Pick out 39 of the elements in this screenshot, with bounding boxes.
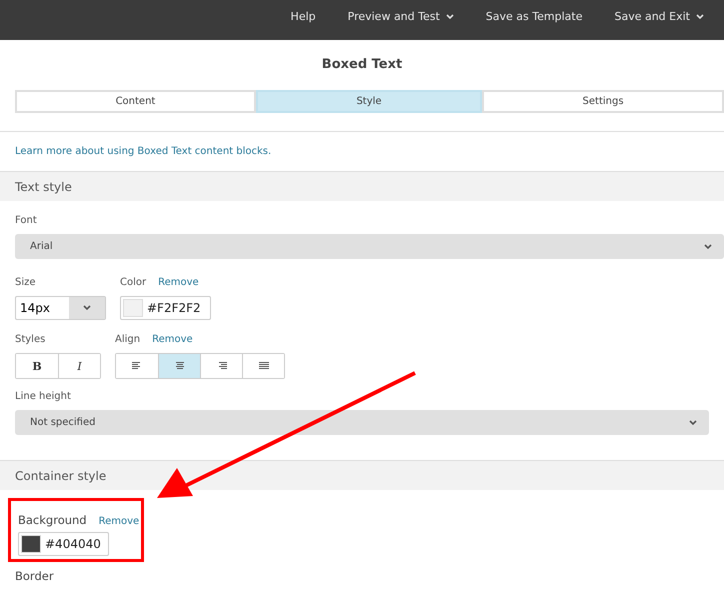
remove-link[interactable]: Remove — [158, 277, 199, 288]
chevron-down-icon — [704, 244, 712, 250]
size-select[interactable]: 14px — [15, 296, 106, 320]
remove-link[interactable]: Remove — [98, 516, 140, 527]
help-link[interactable]: Learn more about using Boxed Text content blocks. — [15, 146, 724, 159]
field-label: Background — [18, 513, 87, 527]
font-select[interactable]: Arial — [15, 234, 724, 259]
align-center-icon — [174, 362, 184, 370]
top-menu-item[interactable]: Save and Exit — [598, 10, 720, 23]
section-header: Container style — [0, 460, 724, 490]
color-field[interactable]: #404040 — [18, 532, 109, 556]
align-left-icon — [132, 362, 142, 370]
section-header: Text style — [0, 171, 724, 201]
align-button[interactable] — [158, 354, 200, 378]
italic-button[interactable]: I — [58, 354, 100, 378]
field-label: Line height — [15, 391, 71, 402]
top-menu-item[interactable]: Preview and Test — [332, 10, 470, 23]
chevron-down-icon — [689, 420, 697, 426]
color-field[interactable]: #F2F2F2 — [120, 296, 211, 320]
remove-link[interactable]: Remove — [152, 334, 193, 345]
align-button[interactable] — [242, 354, 284, 378]
field-label: Font — [15, 215, 37, 226]
color-swatch — [123, 299, 143, 317]
field-label: Align — [115, 334, 140, 345]
color-swatch — [21, 535, 41, 553]
field-label: Size — [15, 277, 36, 288]
field-label: Color — [120, 277, 146, 288]
align-justify-icon — [258, 362, 268, 370]
field-label: Styles — [15, 334, 46, 345]
line-height-select[interactable]: Not specified — [15, 410, 709, 435]
top-menu-item[interactable]: Save as Template — [470, 10, 598, 23]
top-menu-item[interactable]: Help — [274, 10, 332, 23]
align-right-icon — [216, 362, 226, 370]
tab[interactable]: Settings — [482, 90, 724, 113]
tab[interactable]: Style — [256, 90, 482, 113]
tab[interactable]: Content — [15, 90, 256, 113]
panel-title: Boxed Text — [320, 57, 404, 74]
chevron-down-icon — [83, 305, 91, 311]
field-label: Border — [15, 569, 54, 583]
